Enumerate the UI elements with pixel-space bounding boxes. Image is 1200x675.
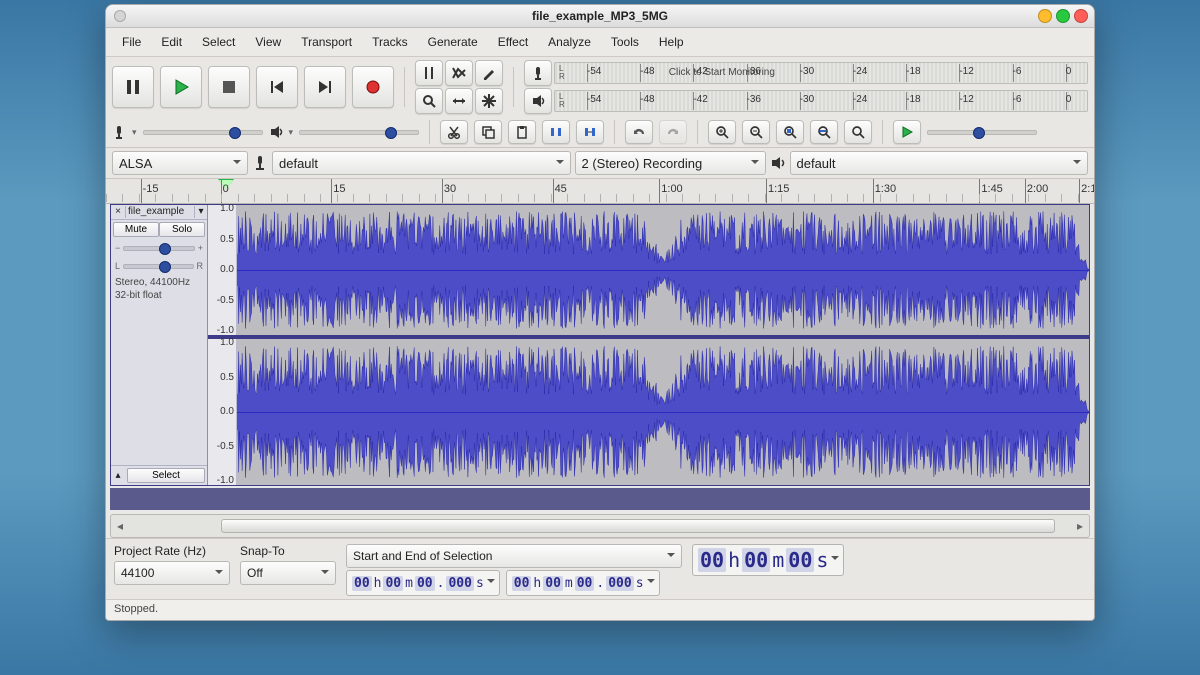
track-format-info: Stereo, 44100Hz32-bit float (111, 275, 207, 304)
draw-tool[interactable] (475, 60, 503, 86)
mic-icon (112, 125, 126, 139)
zoom-tool[interactable] (415, 88, 443, 114)
menu-tools[interactable]: Tools (601, 31, 649, 53)
playback-speed-slider[interactable] (927, 124, 1037, 140)
record-meter-icon[interactable] (524, 60, 552, 86)
skip-start-button[interactable] (256, 66, 298, 108)
play-meter-icon[interactable] (524, 88, 552, 114)
timeshift-tool[interactable] (445, 88, 473, 114)
trim-button[interactable] (542, 120, 570, 144)
menu-edit[interactable]: Edit (151, 31, 192, 53)
pan-slider[interactable]: LR (115, 259, 203, 273)
selection-start-time[interactable]: 00h 00m 00. 000 s (346, 570, 500, 596)
menu-tracks[interactable]: Tracks (362, 31, 418, 53)
envelope-tool[interactable] (445, 60, 473, 86)
zoom-toggle-button[interactable] (844, 120, 872, 144)
play-device-combo[interactable]: default (790, 151, 1089, 175)
menu-select[interactable]: Select (192, 31, 245, 53)
menu-transport[interactable]: Transport (291, 31, 362, 53)
track-area: × file_example ▾ Mute Solo −+ LR Stereo,… (110, 204, 1090, 486)
scroll-right-icon[interactable]: ▸ (1071, 519, 1089, 533)
waveform-left[interactable] (237, 205, 1089, 335)
track-gap (110, 488, 1090, 510)
redo-button[interactable] (659, 120, 687, 144)
solo-button[interactable]: Solo (159, 222, 205, 237)
toolbar-area: LR Click to Start Monitoring -54-48-42-3… (106, 57, 1094, 148)
maximize-button[interactable] (1056, 9, 1070, 23)
play-button[interactable] (160, 66, 202, 108)
audio-host-combo[interactable]: ALSA (112, 151, 248, 175)
waveform-right[interactable] (237, 339, 1089, 485)
app-window: file_example_MP3_5MG FileEditSelectViewT… (105, 4, 1095, 621)
rec-volume-slider[interactable] (143, 124, 263, 140)
record-button[interactable] (352, 66, 394, 108)
selection-mode-combo[interactable]: Start and End of Selection (346, 544, 682, 568)
track-menu-button[interactable]: ▾ (194, 206, 207, 218)
speaker-icon (269, 125, 283, 139)
track-close-button[interactable]: × (111, 206, 126, 218)
menu-effect[interactable]: Effect (488, 31, 538, 53)
record-device-combo[interactable]: default (272, 151, 571, 175)
selection-tool[interactable] (415, 60, 443, 86)
stop-button[interactable] (208, 66, 250, 108)
zoom-out-button[interactable] (742, 120, 770, 144)
menu-generate[interactable]: Generate (418, 31, 488, 53)
scroll-left-icon[interactable]: ◂ (111, 519, 129, 533)
status-bar: Stopped. (106, 599, 1094, 619)
minimize-button[interactable] (1038, 9, 1052, 23)
menu-file[interactable]: File (112, 31, 151, 53)
record-meter[interactable]: LR Click to Start Monitoring -54-48-42-3… (554, 62, 1088, 84)
track-control-panel: × file_example ▾ Mute Solo −+ LR Stereo,… (111, 205, 208, 485)
selection-toolbar: Project Rate (Hz) 44100 Snap-To Off Star… (106, 538, 1094, 599)
track-collapse-button[interactable]: ▴ (111, 470, 125, 482)
close-button[interactable] (1074, 9, 1088, 23)
window-title: file_example_MP3_5MG (532, 9, 668, 23)
selection-end-time[interactable]: 00h 00m 00. 000 s (506, 570, 660, 596)
gain-slider[interactable]: −+ (115, 241, 203, 255)
speaker-icon (770, 155, 786, 171)
record-channels-combo[interactable]: 2 (Stereo) Recording (575, 151, 766, 175)
mic-icon (252, 155, 268, 171)
play-meter[interactable]: LR -54-48-42-36-30-24-18-12-60 (554, 90, 1088, 112)
copy-button[interactable] (474, 120, 502, 144)
snap-combo[interactable]: Off (240, 561, 336, 585)
menu-analyze[interactable]: Analyze (538, 31, 601, 53)
cut-button[interactable] (440, 120, 468, 144)
paste-button[interactable] (508, 120, 536, 144)
track-select-button[interactable]: Select (127, 468, 205, 483)
timeline-ruler[interactable]: -1501530451:001:151:301:452:002:15 (106, 179, 1094, 204)
titlebar[interactable]: file_example_MP3_5MG (106, 5, 1094, 28)
device-toolbar: ALSA default 2 (Stereo) Recording defaul… (106, 148, 1094, 179)
scroll-thumb[interactable] (221, 519, 1055, 533)
play-at-speed-button[interactable] (893, 120, 921, 144)
fit-project-button[interactable] (810, 120, 838, 144)
audio-position-time[interactable]: 00h 00m 00s (692, 544, 844, 576)
app-menu-icon[interactable] (114, 10, 126, 22)
zoom-in-button[interactable] (708, 120, 736, 144)
skip-end-button[interactable] (304, 66, 346, 108)
menubar: FileEditSelectViewTransportTracksGenerat… (106, 28, 1094, 57)
snap-label: Snap-To (240, 544, 336, 558)
track-vruler-left: 1.00.50.0-0.5-1.0 (208, 205, 237, 335)
horizontal-scrollbar[interactable]: ◂ ▸ (110, 514, 1090, 538)
mute-button[interactable]: Mute (113, 222, 159, 237)
play-volume-slider[interactable] (299, 124, 419, 140)
fit-selection-button[interactable] (776, 120, 804, 144)
project-rate-label: Project Rate (Hz) (114, 544, 230, 558)
menu-view[interactable]: View (245, 31, 291, 53)
menu-help[interactable]: Help (649, 31, 694, 53)
multi-tool[interactable] (475, 88, 503, 114)
silence-button[interactable] (576, 120, 604, 144)
undo-button[interactable] (625, 120, 653, 144)
pause-button[interactable] (112, 66, 154, 108)
project-rate-combo[interactable]: 44100 (114, 561, 230, 585)
track-vruler-right: 1.00.50.0-0.5-1.0 (208, 339, 237, 485)
track-name[interactable]: file_example (126, 205, 194, 219)
